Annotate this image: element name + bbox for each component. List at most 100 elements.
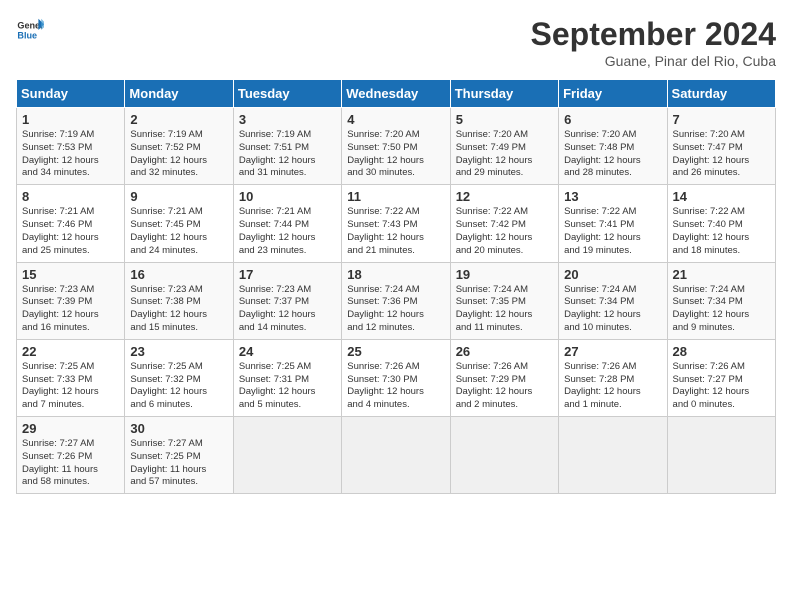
day-number: 9 [130,189,227,204]
day-info: Sunrise: 7:25 AM Sunset: 7:31 PM Dayligh… [239,361,336,412]
calendar-week-row: 1 Sunrise: 7:19 AM Sunset: 7:53 PM Daylig… [17,108,776,185]
calendar-cell: 21 Sunrise: 7:24 AM Sunset: 7:34 PM Dayli… [667,262,775,339]
day-number: 27 [564,344,661,359]
day-info: Sunrise: 7:24 AM Sunset: 7:34 PM Dayligh… [564,284,661,335]
day-of-week-header: Monday [125,80,233,108]
day-number: 8 [22,189,119,204]
day-info: Sunrise: 7:27 AM Sunset: 7:25 PM Dayligh… [130,438,227,489]
calendar-cell: 30 Sunrise: 7:27 AM Sunset: 7:25 PM Dayli… [125,417,233,494]
calendar-body: 1 Sunrise: 7:19 AM Sunset: 7:53 PM Daylig… [17,108,776,494]
day-number: 7 [673,112,770,127]
calendar-cell: 18 Sunrise: 7:24 AM Sunset: 7:36 PM Dayli… [342,262,450,339]
day-info: Sunrise: 7:21 AM Sunset: 7:46 PM Dayligh… [22,206,119,257]
page-header: General Blue September 2024 Guane, Pinar… [16,16,776,69]
day-of-week-header: Tuesday [233,80,341,108]
day-number: 28 [673,344,770,359]
calendar-cell: 4Sunrise: 7:20 AM Sunset: 7:50 PM Daylig… [342,108,450,185]
day-of-week-header: Wednesday [342,80,450,108]
day-number: 24 [239,344,336,359]
calendar-week-row: 15 Sunrise: 7:23 AM Sunset: 7:39 PM Dayli… [17,262,776,339]
calendar-week-row: 8 Sunrise: 7:21 AM Sunset: 7:46 PM Daylig… [17,185,776,262]
calendar-cell: 28 Sunrise: 7:26 AM Sunset: 7:27 PM Dayli… [667,339,775,416]
day-info: Sunrise: 7:22 AM Sunset: 7:42 PM Dayligh… [456,206,553,257]
day-of-week-header: Saturday [667,80,775,108]
day-number: 23 [130,344,227,359]
calendar-cell: 14Sunrise: 7:22 AM Sunset: 7:40 PM Dayli… [667,185,775,262]
day-number: 26 [456,344,553,359]
calendar-cell [342,417,450,494]
day-number: 20 [564,267,661,282]
day-info: Sunrise: 7:19 AM Sunset: 7:51 PM Dayligh… [239,129,336,180]
day-info: Sunrise: 7:24 AM Sunset: 7:34 PM Dayligh… [673,284,770,335]
day-info: Sunrise: 7:27 AM Sunset: 7:26 PM Dayligh… [22,438,119,489]
calendar-cell: 17 Sunrise: 7:23 AM Sunset: 7:37 PM Dayli… [233,262,341,339]
day-of-week-header: Thursday [450,80,558,108]
day-number: 21 [673,267,770,282]
calendar-week-row: 22Sunrise: 7:25 AM Sunset: 7:33 PM Dayli… [17,339,776,416]
calendar-cell: 27 Sunrise: 7:26 AM Sunset: 7:28 PM Dayli… [559,339,667,416]
day-number: 17 [239,267,336,282]
calendar-cell [667,417,775,494]
title-area: September 2024 Guane, Pinar del Rio, Cub… [531,16,776,69]
day-info: Sunrise: 7:20 AM Sunset: 7:47 PM Dayligh… [673,129,770,180]
calendar-cell: 12 Sunrise: 7:22 AM Sunset: 7:42 PM Dayli… [450,185,558,262]
day-info: Sunrise: 7:22 AM Sunset: 7:43 PM Dayligh… [347,206,444,257]
calendar-cell: 10 Sunrise: 7:21 AM Sunset: 7:44 PM Dayli… [233,185,341,262]
calendar-cell: 7 Sunrise: 7:20 AM Sunset: 7:47 PM Daylig… [667,108,775,185]
day-info: Sunrise: 7:24 AM Sunset: 7:35 PM Dayligh… [456,284,553,335]
day-number: 5 [456,112,553,127]
day-info: Sunrise: 7:26 AM Sunset: 7:28 PM Dayligh… [564,361,661,412]
logo-icon: General Blue [16,16,44,44]
day-info: Sunrise: 7:20 AM Sunset: 7:48 PM Dayligh… [564,129,661,180]
calendar-cell: 15 Sunrise: 7:23 AM Sunset: 7:39 PM Dayli… [17,262,125,339]
day-info: Sunrise: 7:26 AM Sunset: 7:30 PM Dayligh… [347,361,444,412]
day-number: 6 [564,112,661,127]
day-number: 1 [22,112,119,127]
day-info: Sunrise: 7:23 AM Sunset: 7:37 PM Dayligh… [239,284,336,335]
day-info: Sunrise: 7:23 AM Sunset: 7:38 PM Dayligh… [130,284,227,335]
calendar-week-row: 29Sunrise: 7:27 AM Sunset: 7:26 PM Dayli… [17,417,776,494]
calendar-cell: 16 Sunrise: 7:23 AM Sunset: 7:38 PM Dayli… [125,262,233,339]
day-number: 18 [347,267,444,282]
calendar-cell: 8 Sunrise: 7:21 AM Sunset: 7:46 PM Daylig… [17,185,125,262]
calendar-subtitle: Guane, Pinar del Rio, Cuba [531,53,776,69]
day-info: Sunrise: 7:26 AM Sunset: 7:27 PM Dayligh… [673,361,770,412]
calendar-cell: 11 Sunrise: 7:22 AM Sunset: 7:43 PM Dayli… [342,185,450,262]
calendar-cell [450,417,558,494]
day-number: 12 [456,189,553,204]
day-info: Sunrise: 7:19 AM Sunset: 7:53 PM Dayligh… [22,129,119,180]
calendar-cell: 19Sunrise: 7:24 AM Sunset: 7:35 PM Dayli… [450,262,558,339]
day-number: 10 [239,189,336,204]
day-of-week-header: Friday [559,80,667,108]
day-info: Sunrise: 7:23 AM Sunset: 7:39 PM Dayligh… [22,284,119,335]
day-info: Sunrise: 7:21 AM Sunset: 7:44 PM Dayligh… [239,206,336,257]
day-of-week-header: Sunday [17,80,125,108]
calendar-cell: 3Sunrise: 7:19 AM Sunset: 7:51 PM Daylig… [233,108,341,185]
calendar-cell: 1 Sunrise: 7:19 AM Sunset: 7:53 PM Daylig… [17,108,125,185]
day-info: Sunrise: 7:22 AM Sunset: 7:40 PM Dayligh… [673,206,770,257]
calendar-cell: 20 Sunrise: 7:24 AM Sunset: 7:34 PM Dayli… [559,262,667,339]
day-info: Sunrise: 7:19 AM Sunset: 7:52 PM Dayligh… [130,129,227,180]
calendar-cell: 5 Sunrise: 7:20 AM Sunset: 7:49 PM Daylig… [450,108,558,185]
day-info: Sunrise: 7:25 AM Sunset: 7:32 PM Dayligh… [130,361,227,412]
calendar-cell: 24 Sunrise: 7:25 AM Sunset: 7:31 PM Dayli… [233,339,341,416]
day-info: Sunrise: 7:21 AM Sunset: 7:45 PM Dayligh… [130,206,227,257]
calendar-table: SundayMondayTuesdayWednesdayThursdayFrid… [16,79,776,494]
calendar-cell: 2Sunrise: 7:19 AM Sunset: 7:52 PM Daylig… [125,108,233,185]
calendar-cell: 25Sunrise: 7:26 AM Sunset: 7:30 PM Dayli… [342,339,450,416]
day-number: 13 [564,189,661,204]
calendar-cell: 26 Sunrise: 7:26 AM Sunset: 7:29 PM Dayli… [450,339,558,416]
day-number: 11 [347,189,444,204]
calendar-cell [233,417,341,494]
day-info: Sunrise: 7:26 AM Sunset: 7:29 PM Dayligh… [456,361,553,412]
calendar-cell: 23 Sunrise: 7:25 AM Sunset: 7:32 PM Dayli… [125,339,233,416]
day-info: Sunrise: 7:20 AM Sunset: 7:49 PM Dayligh… [456,129,553,180]
calendar-cell: 29Sunrise: 7:27 AM Sunset: 7:26 PM Dayli… [17,417,125,494]
day-info: Sunrise: 7:20 AM Sunset: 7:50 PM Dayligh… [347,129,444,180]
calendar-cell: 22Sunrise: 7:25 AM Sunset: 7:33 PM Dayli… [17,339,125,416]
day-number: 15 [22,267,119,282]
calendar-cell: 13Sunrise: 7:22 AM Sunset: 7:41 PM Dayli… [559,185,667,262]
day-number: 30 [130,421,227,436]
day-number: 16 [130,267,227,282]
day-info: Sunrise: 7:24 AM Sunset: 7:36 PM Dayligh… [347,284,444,335]
